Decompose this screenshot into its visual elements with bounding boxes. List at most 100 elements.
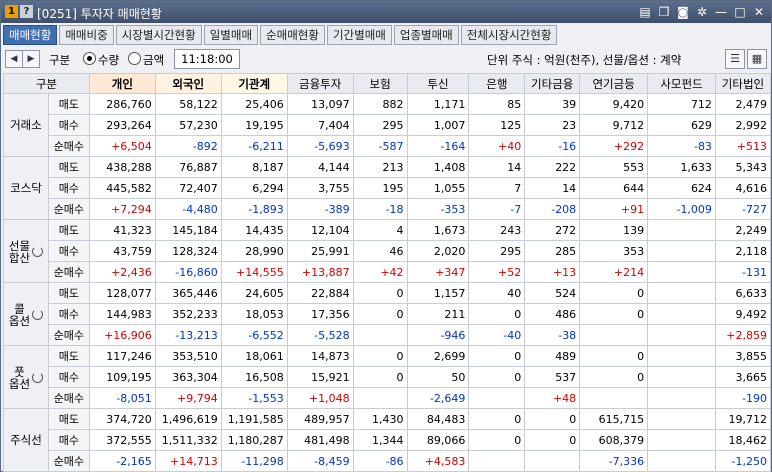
group-label[interactable]: 풋 옵션 — [3, 345, 49, 409]
column-header[interactable]: 보험 — [352, 73, 408, 94]
cell-3: 3,755 — [286, 177, 354, 199]
cell-1: 365,446 — [154, 282, 222, 304]
cell-6: 7 — [468, 177, 526, 199]
cell-0: 374,720 — [88, 408, 156, 430]
refresh-icon[interactable] — [32, 246, 44, 257]
maximize-icon[interactable]: □ — [732, 4, 748, 20]
cell-8: 139 — [579, 219, 649, 241]
time-input[interactable]: 11:18:00 — [174, 49, 240, 69]
grid-view-icon[interactable]: ▦ — [747, 49, 767, 69]
cell-5: 84,483 — [406, 408, 470, 430]
column-header[interactable]: 연기금등 — [579, 73, 649, 94]
minimize-icon[interactable]: — — [713, 4, 729, 20]
column-header[interactable]: 기타법인 — [714, 73, 772, 94]
cell-4: -587 — [352, 135, 408, 157]
column-header[interactable]: 구분 — [3, 73, 90, 94]
cell-8: -7,336 — [579, 450, 649, 472]
screen-number-badge[interactable]: 1 — [5, 5, 18, 18]
tab-3[interactable]: 일별매매 — [203, 25, 259, 45]
cell-0: 438,288 — [88, 156, 156, 178]
table-row: 매수 372,555 1,511,332 1,180,287 481,498 1,344 8… — [4, 429, 772, 451]
cell-0: +16,906 — [88, 324, 156, 346]
tab-6[interactable]: 업종별매매 — [393, 25, 459, 45]
group-label[interactable]: 선물 합산 — [3, 219, 49, 283]
cell-6: 125 — [468, 114, 526, 136]
cell-6: -40 — [468, 324, 526, 346]
cell-0: +7,294 — [88, 198, 156, 220]
copy-icon[interactable]: ❐ — [656, 4, 672, 20]
cell-0: -8,051 — [88, 387, 156, 409]
cell-1: 363,304 — [154, 366, 222, 388]
cell-0: 286,760 — [88, 93, 156, 115]
column-header[interactable]: 사모펀드 — [647, 73, 716, 94]
column-header[interactable]: 기타금융 — [524, 73, 581, 94]
row-type-label: 매수 — [47, 303, 90, 325]
gear-icon[interactable]: ✲ — [694, 4, 710, 20]
cell-1: 353,510 — [154, 345, 222, 367]
radio-quantity-label[interactable]: 수량 — [98, 52, 119, 68]
cell-4: 0 — [352, 282, 408, 304]
cell-3: -5,693 — [286, 135, 354, 157]
close-icon[interactable]: ✕ — [751, 4, 767, 20]
row-type-label: 매도 — [47, 156, 90, 178]
tab-5[interactable]: 기간별매매 — [326, 25, 392, 45]
cell-0: 372,555 — [88, 429, 156, 451]
radio-quantity[interactable] — [83, 52, 96, 65]
radio-amount-label[interactable]: 금액 — [143, 52, 164, 68]
cell-1: 57,230 — [154, 114, 222, 136]
cell-0: 128,077 — [88, 282, 156, 304]
list-view-icon[interactable]: ☰ — [725, 49, 745, 69]
column-header[interactable]: 은행 — [468, 73, 526, 94]
cell-1: -892 — [154, 135, 222, 157]
tab-0[interactable]: 매매현황 — [3, 25, 58, 45]
row-type-label: 순매수 — [47, 261, 90, 283]
camera-icon[interactable]: ◙ — [675, 4, 691, 20]
cell-6: 0 — [468, 366, 526, 388]
row-type-label: 매수 — [47, 240, 90, 262]
tile-icon[interactable]: ▤ — [637, 4, 653, 20]
table-row: 콜 옵션 매도 128,077 365,446 24,605 22,884 0 1,157 40… — [3, 282, 772, 346]
next-arrow-icon[interactable]: ▶ — [22, 50, 40, 68]
gubun-label: 구분 — [49, 53, 71, 67]
cell-6: 0 — [468, 408, 526, 430]
column-header[interactable]: 외국인 — [154, 73, 222, 94]
group-label-text: 풋 옵션 — [8, 364, 31, 391]
column-header[interactable]: 금융투자 — [286, 73, 354, 94]
group-label: 거래소 — [3, 93, 49, 157]
cell-9 — [647, 261, 716, 283]
tab-4[interactable]: 순매매현황 — [260, 25, 325, 45]
column-header[interactable]: 기관계 — [220, 73, 288, 94]
row-type-label: 매도 — [47, 345, 90, 367]
cell-8: 353 — [579, 240, 649, 262]
cell-2: 18,061 — [220, 345, 288, 367]
cell-1: 1,496,619 — [154, 408, 222, 430]
column-header[interactable]: 개인 — [88, 73, 156, 94]
cell-7: 14 — [524, 177, 581, 199]
group-label[interactable]: 콜 옵션 — [3, 282, 49, 346]
cell-6: 0 — [468, 429, 526, 451]
cell-8: 0 — [579, 366, 649, 388]
prev-arrow-icon[interactable]: ◀ — [5, 50, 23, 68]
radio-amount[interactable] — [128, 52, 141, 65]
cell-4 — [352, 324, 408, 346]
window-controls: ▤ ❐ ◙ ✲ — □ ✕ — [637, 4, 767, 20]
row-type-label: 순매수 — [47, 198, 90, 220]
cell-7: -38 — [524, 324, 581, 346]
cell-4: 213 — [352, 156, 408, 178]
row-type-label: 매수 — [47, 429, 90, 451]
cell-10: 3,855 — [714, 345, 772, 367]
tab-1[interactable]: 매매비중 — [59, 25, 114, 45]
tab-7[interactable]: 전체시장시간현황 — [460, 25, 558, 45]
help-badge[interactable]: ? — [20, 5, 33, 18]
cell-2: 14,435 — [220, 219, 288, 241]
refresh-icon[interactable] — [32, 309, 44, 320]
group-label: 코스닥 — [3, 156, 49, 220]
cell-2: 18,053 — [220, 303, 288, 325]
tab-2[interactable]: 시장별시간현황 — [115, 25, 202, 45]
row-type-label: 매수 — [47, 366, 90, 388]
column-header[interactable]: 투신 — [406, 73, 470, 94]
cell-7: 524 — [524, 282, 581, 304]
refresh-icon[interactable] — [32, 372, 44, 383]
table-row: 코스닥 매도 438,288 76,887 8,187 4,144 213 1,408 14 22… — [3, 156, 772, 220]
group-label-text: 선물 합산 — [8, 238, 31, 265]
